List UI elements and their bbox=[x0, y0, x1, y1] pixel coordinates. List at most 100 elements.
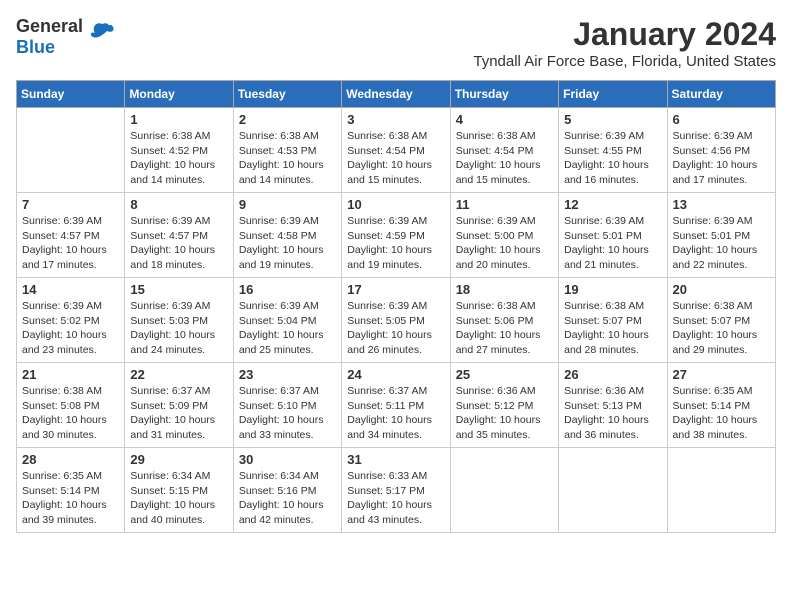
cell-date: 26 bbox=[564, 367, 661, 382]
cell-date: 20 bbox=[673, 282, 770, 297]
calendar-cell: 31 Sunrise: 6:33 AM Sunset: 5:17 PM Dayli… bbox=[342, 448, 450, 533]
cell-info: Sunrise: 6:39 AM Sunset: 5:01 PM Dayligh… bbox=[564, 214, 661, 273]
calendar-cell: 28 Sunrise: 6:35 AM Sunset: 5:14 PM Dayli… bbox=[17, 448, 125, 533]
cell-date: 6 bbox=[673, 112, 770, 127]
header-day-sunday: Sunday bbox=[17, 81, 125, 108]
calendar-cell bbox=[667, 448, 775, 533]
cell-info: Sunrise: 6:35 AM Sunset: 5:14 PM Dayligh… bbox=[673, 384, 770, 443]
cell-date: 17 bbox=[347, 282, 444, 297]
calendar-cell: 10Sunrise: 6:39 AM Sunset: 4:59 PM Dayli… bbox=[342, 193, 450, 278]
cell-date: 29 bbox=[130, 452, 227, 467]
calendar-cell: 14Sunrise: 6:39 AM Sunset: 5:02 PM Dayli… bbox=[17, 278, 125, 363]
calendar-cell: 22 Sunrise: 6:37 AM Sunset: 5:09 PM Dayli… bbox=[125, 363, 233, 448]
cell-date: 11 bbox=[456, 197, 553, 212]
header-day-friday: Friday bbox=[559, 81, 667, 108]
cell-info: Sunrise: 6:36 AM Sunset: 5:13 PM Dayligh… bbox=[564, 384, 661, 443]
week-row-5: 28 Sunrise: 6:35 AM Sunset: 5:14 PM Dayli… bbox=[17, 448, 776, 533]
cell-date: 30 bbox=[239, 452, 336, 467]
calendar-cell: 9 Sunrise: 6:39 AM Sunset: 4:58 PM Daylig… bbox=[233, 193, 341, 278]
week-row-1: 1Sunrise: 6:38 AM Sunset: 4:52 PM Daylig… bbox=[17, 108, 776, 193]
cell-info: Sunrise: 6:37 AM Sunset: 5:10 PM Dayligh… bbox=[239, 384, 336, 443]
cell-info: Sunrise: 6:39 AM Sunset: 4:58 PM Dayligh… bbox=[239, 214, 336, 273]
cell-date: 21 bbox=[22, 367, 119, 382]
calendar-table: SundayMondayTuesdayWednesdayThursdayFrid… bbox=[16, 80, 776, 533]
cell-info: Sunrise: 6:34 AM Sunset: 5:15 PM Dayligh… bbox=[130, 469, 227, 528]
cell-date: 28 bbox=[22, 452, 119, 467]
calendar-cell: 21Sunrise: 6:38 AM Sunset: 5:08 PM Dayli… bbox=[17, 363, 125, 448]
month-title: January 2024 bbox=[473, 16, 776, 53]
cell-date: 25 bbox=[456, 367, 553, 382]
cell-date: 24 bbox=[347, 367, 444, 382]
calendar-cell: 25 Sunrise: 6:36 AM Sunset: 5:12 PM Dayli… bbox=[450, 363, 558, 448]
cell-info: Sunrise: 6:38 AM Sunset: 5:06 PM Dayligh… bbox=[456, 299, 553, 358]
calendar-cell: 26 Sunrise: 6:36 AM Sunset: 5:13 PM Dayli… bbox=[559, 363, 667, 448]
header-day-wednesday: Wednesday bbox=[342, 81, 450, 108]
logo-blue: Blue bbox=[16, 37, 55, 57]
cell-date: 8 bbox=[130, 197, 227, 212]
cell-info: Sunrise: 6:33 AM Sunset: 5:17 PM Dayligh… bbox=[347, 469, 444, 528]
cell-date: 27 bbox=[673, 367, 770, 382]
week-row-4: 21Sunrise: 6:38 AM Sunset: 5:08 PM Dayli… bbox=[17, 363, 776, 448]
calendar-cell: 29 Sunrise: 6:34 AM Sunset: 5:15 PM Dayli… bbox=[125, 448, 233, 533]
header: General Blue January 2024 Tyndall Air Fo… bbox=[16, 16, 776, 70]
calendar-cell: 5 Sunrise: 6:39 AM Sunset: 4:55 PM Daylig… bbox=[559, 108, 667, 193]
cell-info: Sunrise: 6:39 AM Sunset: 4:55 PM Dayligh… bbox=[564, 129, 661, 188]
cell-info: Sunrise: 6:38 AM Sunset: 4:54 PM Dayligh… bbox=[456, 129, 553, 188]
cell-date: 15 bbox=[130, 282, 227, 297]
calendar-cell: 19Sunrise: 6:38 AM Sunset: 5:07 PM Dayli… bbox=[559, 278, 667, 363]
calendar-cell: 11 Sunrise: 6:39 AM Sunset: 5:00 PM Dayli… bbox=[450, 193, 558, 278]
cell-info: Sunrise: 6:39 AM Sunset: 5:01 PM Dayligh… bbox=[673, 214, 770, 273]
header-day-saturday: Saturday bbox=[667, 81, 775, 108]
cell-info: Sunrise: 6:39 AM Sunset: 4:57 PM Dayligh… bbox=[22, 214, 119, 273]
cell-info: Sunrise: 6:37 AM Sunset: 5:09 PM Dayligh… bbox=[130, 384, 227, 443]
calendar-cell: 1Sunrise: 6:38 AM Sunset: 4:52 PM Daylig… bbox=[125, 108, 233, 193]
cell-date: 16 bbox=[239, 282, 336, 297]
calendar-cell: 6 Sunrise: 6:39 AM Sunset: 4:56 PM Daylig… bbox=[667, 108, 775, 193]
cell-date: 7 bbox=[22, 197, 119, 212]
calendar-cell: 30 Sunrise: 6:34 AM Sunset: 5:16 PM Dayli… bbox=[233, 448, 341, 533]
cell-info: Sunrise: 6:38 AM Sunset: 4:53 PM Dayligh… bbox=[239, 129, 336, 188]
cell-date: 9 bbox=[239, 197, 336, 212]
calendar-cell: 8 Sunrise: 6:39 AM Sunset: 4:57 PM Daylig… bbox=[125, 193, 233, 278]
header-day-tuesday: Tuesday bbox=[233, 81, 341, 108]
header-row: SundayMondayTuesdayWednesdayThursdayFrid… bbox=[17, 81, 776, 108]
cell-date: 5 bbox=[564, 112, 661, 127]
cell-info: Sunrise: 6:39 AM Sunset: 4:57 PM Dayligh… bbox=[130, 214, 227, 273]
calendar-cell: 12 Sunrise: 6:39 AM Sunset: 5:01 PM Dayli… bbox=[559, 193, 667, 278]
calendar-cell: 7 Sunrise: 6:39 AM Sunset: 4:57 PM Daylig… bbox=[17, 193, 125, 278]
calendar-cell: 24Sunrise: 6:37 AM Sunset: 5:11 PM Dayli… bbox=[342, 363, 450, 448]
cell-date: 22 bbox=[130, 367, 227, 382]
calendar-cell: 13 Sunrise: 6:39 AM Sunset: 5:01 PM Dayli… bbox=[667, 193, 775, 278]
cell-date: 12 bbox=[564, 197, 661, 212]
calendar-cell bbox=[559, 448, 667, 533]
title-area: January 2024 Tyndall Air Force Base, Flo… bbox=[473, 16, 776, 70]
calendar-cell: 18Sunrise: 6:38 AM Sunset: 5:06 PM Dayli… bbox=[450, 278, 558, 363]
logo-bird-icon bbox=[87, 19, 117, 55]
cell-info: Sunrise: 6:39 AM Sunset: 4:56 PM Dayligh… bbox=[673, 129, 770, 188]
cell-date: 23 bbox=[239, 367, 336, 382]
calendar-cell: 23 Sunrise: 6:37 AM Sunset: 5:10 PM Dayli… bbox=[233, 363, 341, 448]
calendar-cell: 27 Sunrise: 6:35 AM Sunset: 5:14 PM Dayli… bbox=[667, 363, 775, 448]
calendar-cell: 17 Sunrise: 6:39 AM Sunset: 5:05 PM Dayli… bbox=[342, 278, 450, 363]
cell-date: 3 bbox=[347, 112, 444, 127]
cell-info: Sunrise: 6:38 AM Sunset: 5:07 PM Dayligh… bbox=[673, 299, 770, 358]
cell-info: Sunrise: 6:36 AM Sunset: 5:12 PM Dayligh… bbox=[456, 384, 553, 443]
header-day-thursday: Thursday bbox=[450, 81, 558, 108]
cell-date: 10 bbox=[347, 197, 444, 212]
logo-general: General bbox=[16, 16, 83, 36]
week-row-2: 7 Sunrise: 6:39 AM Sunset: 4:57 PM Daylig… bbox=[17, 193, 776, 278]
calendar-cell: 2 Sunrise: 6:38 AM Sunset: 4:53 PM Daylig… bbox=[233, 108, 341, 193]
calendar-cell: 15Sunrise: 6:39 AM Sunset: 5:03 PM Dayli… bbox=[125, 278, 233, 363]
calendar-cell: 4 Sunrise: 6:38 AM Sunset: 4:54 PM Daylig… bbox=[450, 108, 558, 193]
cell-info: Sunrise: 6:39 AM Sunset: 5:05 PM Dayligh… bbox=[347, 299, 444, 358]
cell-info: Sunrise: 6:34 AM Sunset: 5:16 PM Dayligh… bbox=[239, 469, 336, 528]
header-day-monday: Monday bbox=[125, 81, 233, 108]
cell-date: 31 bbox=[347, 452, 444, 467]
cell-info: Sunrise: 6:35 AM Sunset: 5:14 PM Dayligh… bbox=[22, 469, 119, 528]
cell-date: 13 bbox=[673, 197, 770, 212]
cell-info: Sunrise: 6:39 AM Sunset: 5:00 PM Dayligh… bbox=[456, 214, 553, 273]
cell-date: 4 bbox=[456, 112, 553, 127]
calendar-cell: 16Sunrise: 6:39 AM Sunset: 5:04 PM Dayli… bbox=[233, 278, 341, 363]
cell-date: 2 bbox=[239, 112, 336, 127]
cell-info: Sunrise: 6:38 AM Sunset: 4:54 PM Dayligh… bbox=[347, 129, 444, 188]
